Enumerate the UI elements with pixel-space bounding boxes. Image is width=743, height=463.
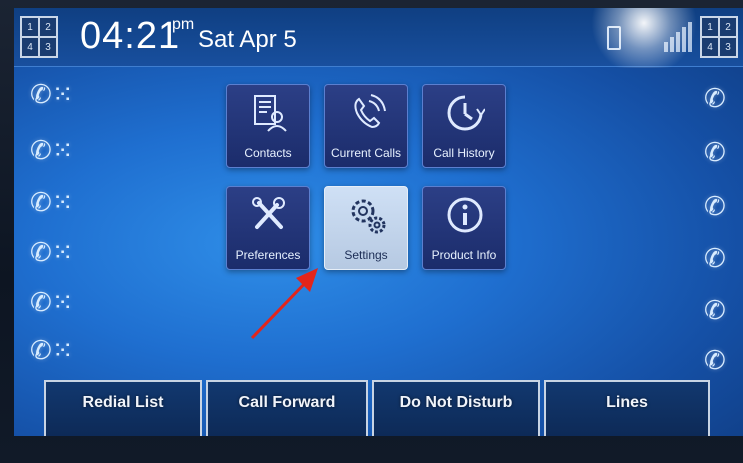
do-not-disturb-softkey[interactable]: Do Not Disturb [372,380,540,436]
softkey-bar: Redial List Call Forward Do Not Disturb … [44,380,743,436]
annotation-arrow [250,268,318,340]
phone-screen: 1 2 4 3 04:21 pm Sat Apr 5 1 2 4 3 ✆⁙ ✆⁙… [14,8,743,436]
call-forward-softkey[interactable]: Call Forward [206,380,368,436]
lines-softkey[interactable]: Lines [544,380,710,436]
redial-list-softkey[interactable]: Redial List [44,380,202,436]
